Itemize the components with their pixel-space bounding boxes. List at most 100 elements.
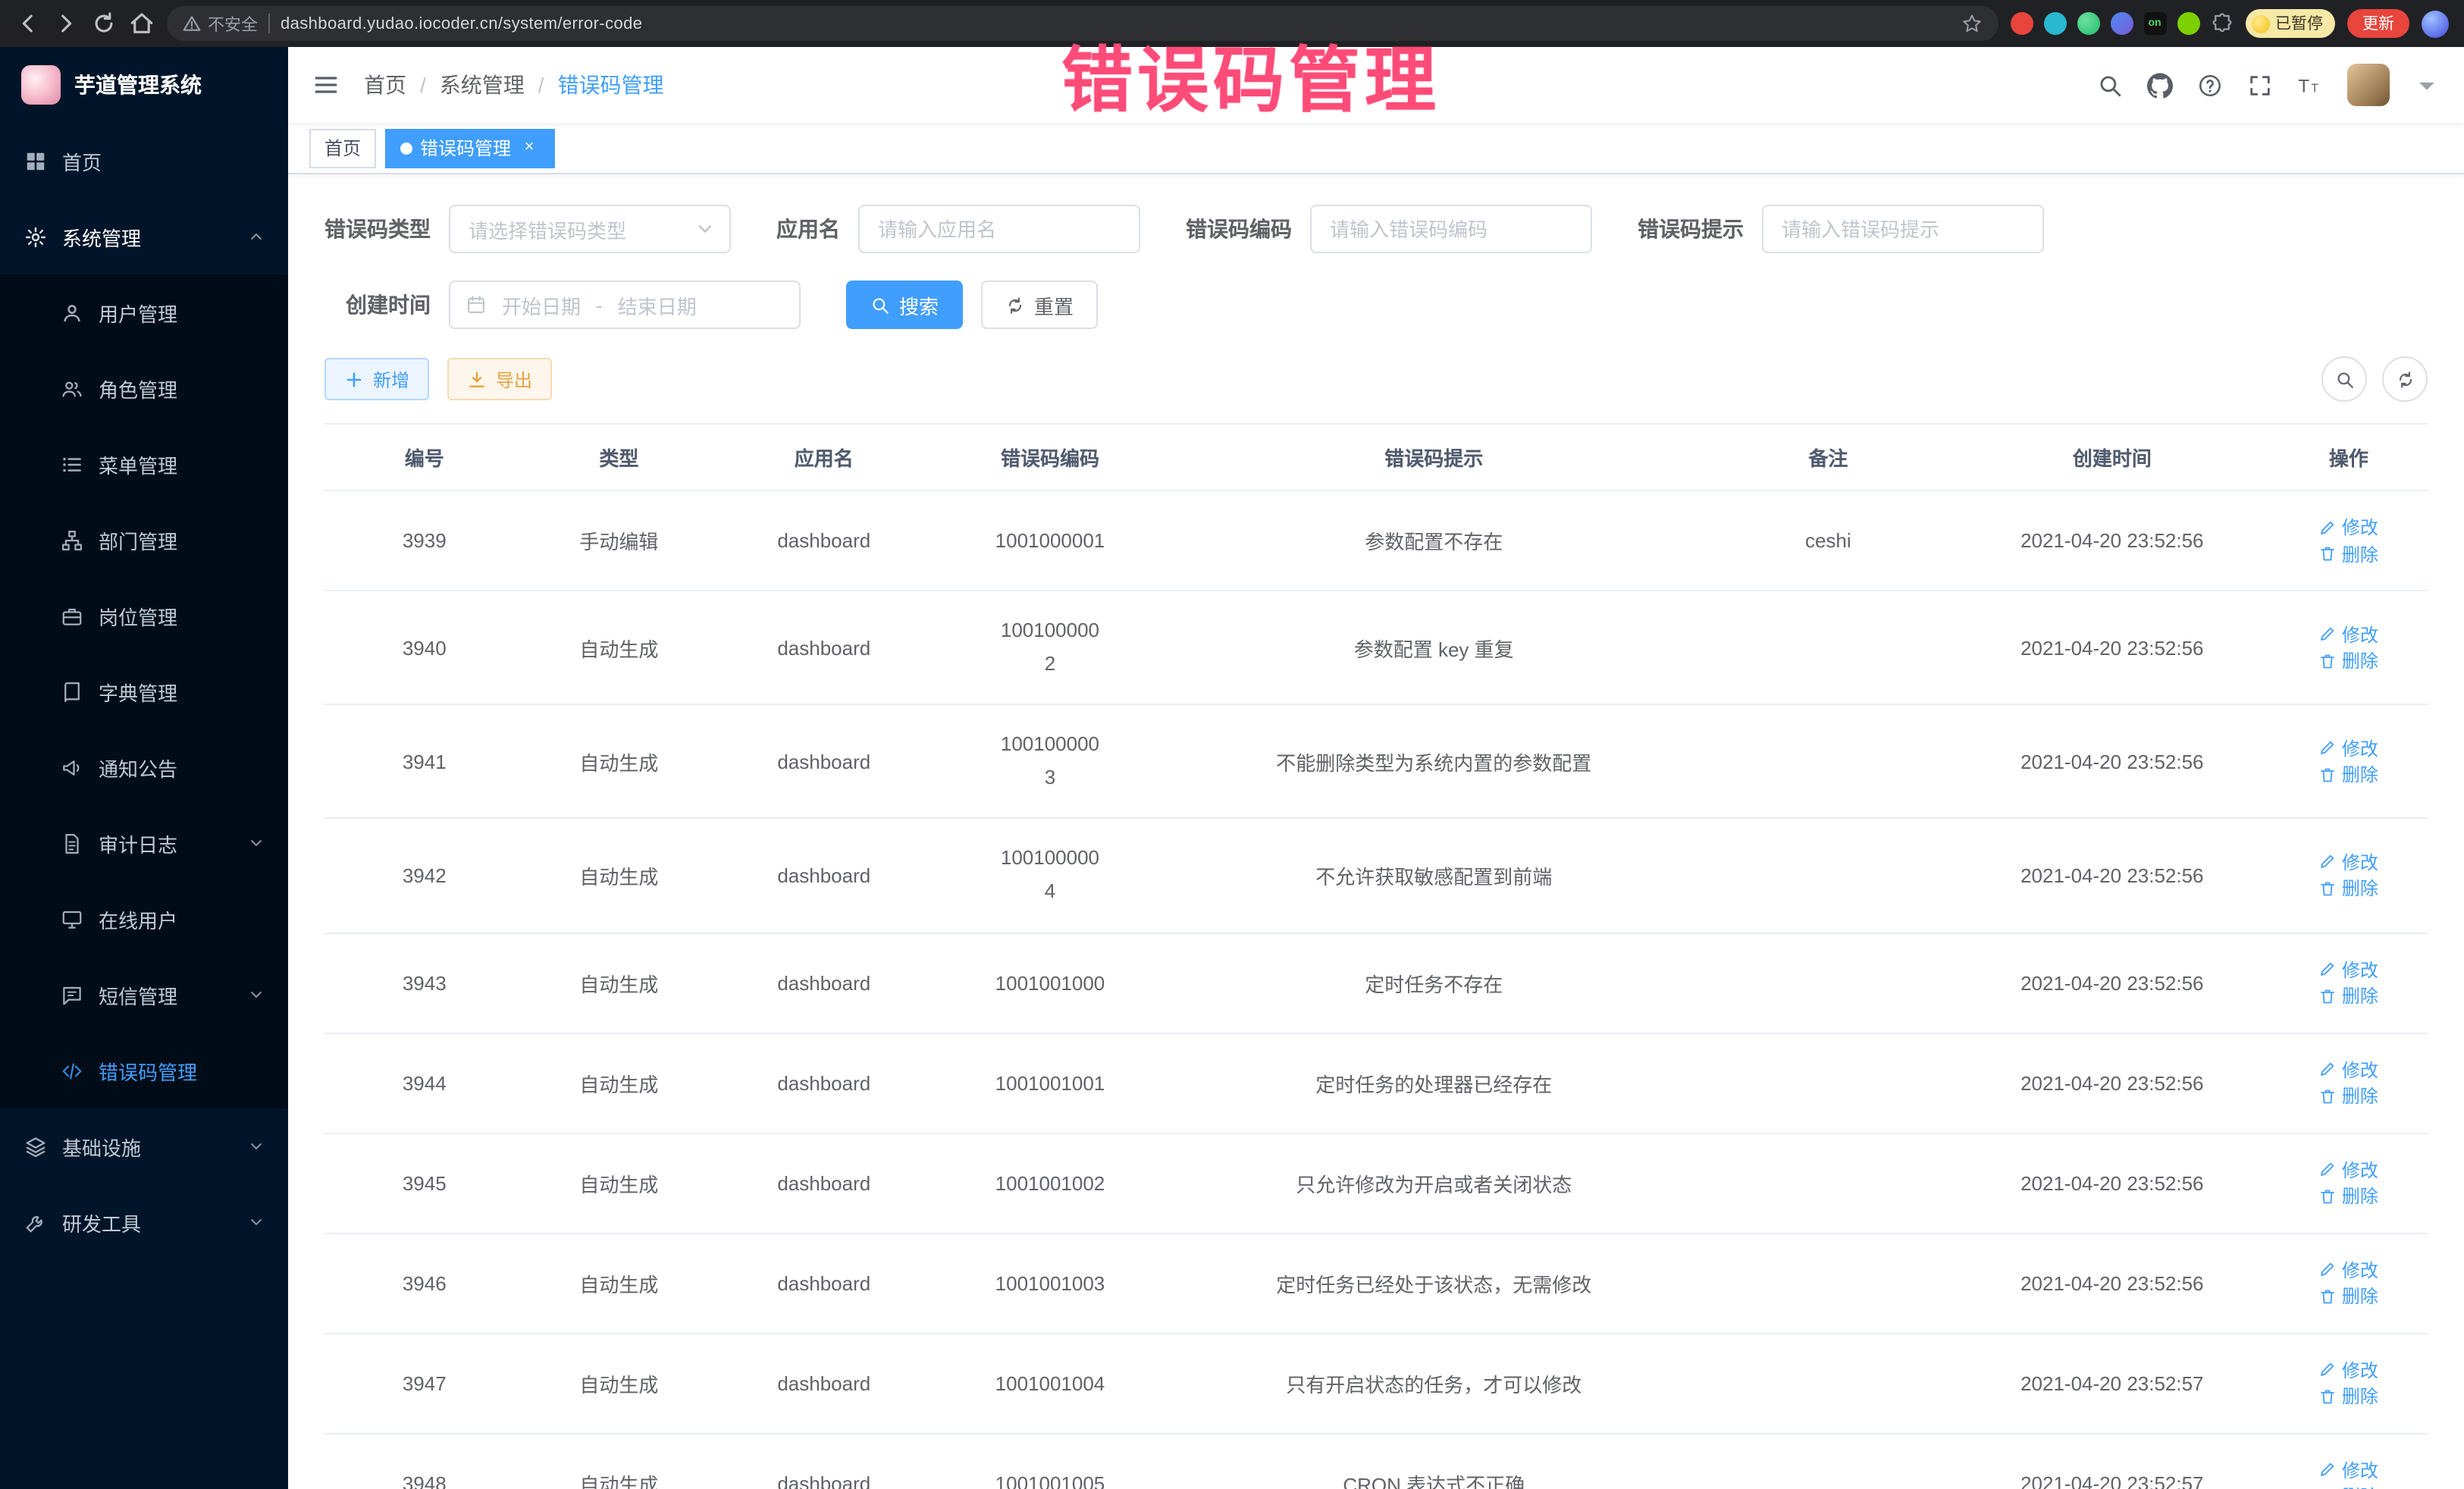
- edit-link[interactable]: 修改: [2319, 1156, 2378, 1182]
- sidebar-submenu-item[interactable]: 审计日志: [0, 805, 288, 881]
- cell-operations: 修改 删除: [2270, 591, 2428, 704]
- extension-icon[interactable]: [2110, 12, 2133, 35]
- browser-profile-avatar[interactable]: [2422, 10, 2449, 37]
- delete-link[interactable]: 删除: [2319, 1283, 2378, 1309]
- app-name-input[interactable]: [858, 205, 1140, 253]
- font-size-icon[interactable]: TT: [2297, 72, 2323, 98]
- tab-dot: [400, 142, 412, 154]
- edit-icon: [2319, 1260, 2337, 1278]
- refresh-table-button[interactable]: [2382, 356, 2428, 402]
- add-button[interactable]: 新增: [324, 358, 429, 400]
- sidebar-submenu-item[interactable]: 短信管理: [0, 957, 288, 1033]
- annotation-overlay-title: 错误码管理: [1061, 21, 1440, 126]
- browser-update-button[interactable]: 更新: [2347, 9, 2409, 38]
- cell-error-hint: 只有开启状态的任务，才可以修改: [1166, 1333, 1702, 1433]
- edit-link[interactable]: 修改: [2319, 621, 2378, 647]
- user-avatar[interactable]: [2347, 64, 2390, 106]
- extension-icon[interactable]: [2010, 12, 2033, 35]
- edit-link[interactable]: 修改: [2319, 849, 2378, 875]
- sidebar-submenu-item[interactable]: 岗位管理: [0, 578, 288, 654]
- sidebar-item-infra[interactable]: 基础设施: [0, 1108, 288, 1184]
- fullscreen-icon[interactable]: [2247, 72, 2273, 98]
- breadcrumb-system[interactable]: 系统管理: [440, 70, 525, 100]
- cell-error-hint: 不允许获取敏感配置到前端: [1166, 819, 1702, 933]
- bookmark-star-icon[interactable]: [1960, 12, 1983, 35]
- close-icon[interactable]: ×: [519, 137, 540, 158]
- security-status[interactable]: 不安全: [182, 11, 258, 36]
- extensions-menu-icon[interactable]: [2210, 12, 2233, 35]
- edit-link[interactable]: 修改: [2319, 1256, 2378, 1282]
- sidebar-item-system[interactable]: 系统管理: [0, 199, 288, 274]
- delete-link[interactable]: 删除: [2319, 1083, 2378, 1108]
- sidebar-submenu-item[interactable]: 菜单管理: [0, 426, 288, 502]
- help-icon[interactable]: [2197, 72, 2223, 98]
- github-icon[interactable]: [2147, 72, 2173, 98]
- error-type-select[interactable]: 请选择错误码类型: [449, 205, 731, 253]
- sync-paused-badge[interactable]: 已暂停: [2245, 9, 2335, 38]
- sidebar-submenu-item[interactable]: 部门管理: [0, 502, 288, 578]
- browser-home-icon[interactable]: [129, 11, 155, 36]
- sidebar-item-home[interactable]: 首页: [0, 123, 288, 199]
- cell-error-code: 1001000001: [934, 491, 1165, 591]
- edit-link[interactable]: 修改: [2319, 1356, 2378, 1382]
- cell-error-hint: 定时任务已经处于该状态，无需修改: [1166, 1233, 1702, 1333]
- error-code-input[interactable]: [1310, 205, 1592, 253]
- cell-type: 自动生成: [525, 1233, 714, 1333]
- search-icon[interactable]: [2097, 72, 2123, 98]
- tab-home[interactable]: 首页: [309, 128, 376, 168]
- delete-link[interactable]: 删除: [2319, 541, 2378, 566]
- cell-id: 3947: [324, 1333, 525, 1433]
- error-type-label: 错误码类型: [324, 214, 431, 244]
- app-logo[interactable]: 芋道管理系统: [0, 47, 288, 123]
- sidebar-submenu-item[interactable]: 角色管理: [0, 350, 288, 426]
- page-content: 错误码类型 请选择错误码类型 应用名 错误码编码: [288, 174, 2464, 1489]
- export-button[interactable]: 导出: [447, 358, 552, 400]
- date-range-picker[interactable]: 开始日期 - 结束日期: [449, 281, 801, 329]
- delete-link[interactable]: 删除: [2319, 762, 2378, 788]
- chevron-down-icon: [249, 1215, 264, 1230]
- error-code-label: 错误码编码: [1186, 214, 1292, 244]
- sidebar-submenu-item[interactable]: 错误码管理: [0, 1033, 288, 1108]
- extension-icon[interactable]: on: [2143, 12, 2166, 35]
- hamburger-icon[interactable]: [312, 71, 340, 99]
- extension-icon[interactable]: [2077, 12, 2099, 35]
- caret-down-icon[interactable]: [2414, 72, 2440, 98]
- wrench-icon: [24, 1211, 47, 1234]
- browser-forward-icon[interactable]: [53, 11, 79, 36]
- table-row: 3946 自动生成 dashboard 1001001003 定时任务已经处于该…: [324, 1233, 2428, 1333]
- edit-link[interactable]: 修改: [2319, 735, 2378, 761]
- sidebar-item-devtools[interactable]: 研发工具: [0, 1184, 288, 1260]
- search-button[interactable]: 搜索: [846, 281, 963, 329]
- delete-link[interactable]: 删除: [2319, 1483, 2378, 1489]
- delete-link[interactable]: 删除: [2319, 1183, 2378, 1208]
- delete-link[interactable]: 删除: [2319, 1383, 2378, 1409]
- edit-link[interactable]: 修改: [2319, 514, 2378, 540]
- delete-link[interactable]: 删除: [2319, 983, 2378, 1008]
- sidebar-submenu-item[interactable]: 在线用户: [0, 881, 288, 957]
- error-code-table: 编号类型应用名错误码编码错误码提示备注创建时间操作 3939 手动编辑 dash…: [324, 423, 2428, 1489]
- extension-icon[interactable]: [2177, 12, 2199, 35]
- toggle-search-button[interactable]: [2321, 356, 2367, 402]
- edit-link[interactable]: 修改: [2319, 1456, 2378, 1482]
- browser-back-icon[interactable]: [15, 11, 41, 36]
- edit-link[interactable]: 修改: [2319, 1056, 2378, 1082]
- delete-link[interactable]: 删除: [2319, 876, 2378, 901]
- browser-reload-icon[interactable]: [91, 11, 117, 36]
- extension-icon[interactable]: [2043, 12, 2066, 35]
- menu-item-icon: [61, 377, 83, 400]
- reset-button[interactable]: 重置: [981, 281, 1098, 329]
- table-row: 3948 自动生成 dashboard 1001001005 CRON 表达式不…: [324, 1433, 2428, 1489]
- breadcrumb-home[interactable]: 首页: [364, 70, 406, 100]
- cell-type: 自动生成: [525, 819, 714, 933]
- delete-link[interactable]: 删除: [2319, 647, 2378, 673]
- navbar-actions: TT: [2097, 64, 2440, 106]
- sidebar-submenu-item[interactable]: 通知公告: [0, 729, 288, 805]
- menu-item-label: 在线用户: [99, 904, 177, 933]
- sidebar-submenu-item[interactable]: 用户管理: [0, 274, 288, 350]
- cell-id: 3945: [324, 1133, 525, 1233]
- sidebar-submenu-item[interactable]: 字典管理: [0, 654, 288, 729]
- tab-error-code[interactable]: 错误码管理 ×: [385, 128, 555, 168]
- error-hint-input[interactable]: [1762, 205, 2044, 253]
- edit-icon: [2319, 1460, 2337, 1478]
- edit-link[interactable]: 修改: [2319, 956, 2378, 982]
